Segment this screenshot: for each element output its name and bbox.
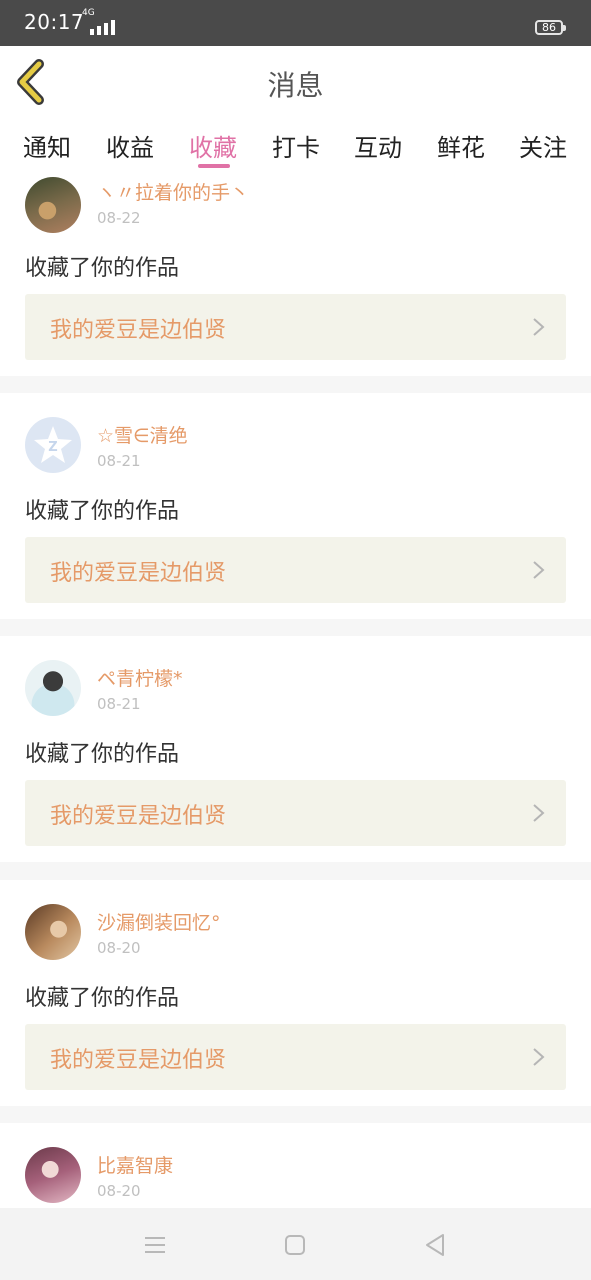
list-item: 比嘉智康 08-20 [0,1123,591,1208]
work-link[interactable]: 我的爱豆是边伯贤 [25,294,566,360]
tab-favorites[interactable]: 收藏 [178,128,248,163]
menu-icon [145,1237,165,1253]
chevron-right-icon [533,561,545,579]
username[interactable]: ヽ〃拉着你的手丶 [97,178,249,205]
message-list[interactable]: ヽ〃拉着你的手丶 08-22 收藏了你的作品 我的爱豆是边伯贤 Z ☆雪∈清绝 … [0,172,591,1208]
work-title: 我的爱豆是边伯贤 [50,804,227,829]
message-date: 08-21 [97,695,141,713]
qq-zone-star-icon: Z [34,426,72,463]
status-time: 20:17 [24,10,85,34]
battery-level: 86 [542,21,556,34]
avatar[interactable]: Z [25,417,81,473]
svg-text:Z: Z [48,440,57,455]
home-button[interactable] [280,1230,310,1260]
back-triangle-icon [426,1234,444,1256]
network-type-label: 4G [82,8,95,18]
message-date: 08-21 [97,452,141,470]
battery-tip [563,25,566,31]
tab-following[interactable]: 关注 [508,128,578,163]
action-text: 收藏了你的作品 [25,256,180,281]
chevron-right-icon [533,804,545,822]
tab-interaction[interactable]: 互动 [343,128,413,163]
username[interactable]: 比嘉智康 [97,1151,173,1178]
work-link[interactable]: 我的爱豆是边伯贤 [25,537,566,603]
page-title: 消息 [267,69,324,102]
list-item: ペ青柠檬* 08-21 收藏了你的作品 我的爱豆是边伯贤 [0,636,591,862]
avatar[interactable] [25,904,81,960]
action-text: 收藏了你的作品 [25,986,180,1011]
avatar[interactable] [25,660,81,716]
menu-button[interactable] [140,1230,170,1260]
tab-bar: 通知 收益 收藏 打卡 互动 鲜花 关注 [0,118,591,172]
message-date: 08-20 [97,939,141,957]
list-item: Z ☆雪∈清绝 08-21 收藏了你的作品 我的爱豆是边伯贤 [0,393,591,619]
system-navigation-bar [0,1208,591,1280]
chevron-right-icon [533,1048,545,1066]
username[interactable]: ペ青柠檬* [97,664,183,691]
list-item: ヽ〃拉着你的手丶 08-22 收藏了你的作品 我的爱豆是边伯贤 [0,172,591,376]
work-link[interactable]: 我的爱豆是边伯贤 [25,780,566,846]
status-bar: 20:17 4G 86 [0,0,591,46]
battery-icon: 86 [535,20,563,35]
work-title: 我的爱豆是边伯贤 [50,561,227,586]
active-tab-indicator [198,164,230,168]
action-text: 收藏了你的作品 [25,742,180,767]
app-header: 消息 [0,46,591,119]
tab-earnings[interactable]: 收益 [95,128,165,163]
work-title: 我的爱豆是边伯贤 [50,318,227,343]
signal-icon [90,20,115,35]
tab-flowers[interactable]: 鲜花 [426,128,496,163]
avatar[interactable] [25,1147,81,1203]
chevron-right-icon [533,318,545,336]
back-nav-button[interactable] [420,1230,450,1260]
action-text: 收藏了你的作品 [25,499,180,524]
avatar[interactable] [25,177,81,233]
username[interactable]: ☆雪∈清绝 [97,421,188,448]
tab-notifications[interactable]: 通知 [12,128,82,163]
username[interactable]: 沙漏倒装回忆° [97,908,221,935]
work-link[interactable]: 我的爱豆是边伯贤 [25,1024,566,1090]
message-date: 08-22 [97,209,141,227]
home-square-icon [285,1235,305,1255]
work-title: 我的爱豆是边伯贤 [50,1048,227,1073]
list-item: 沙漏倒装回忆° 08-20 收藏了你的作品 我的爱豆是边伯贤 [0,880,591,1106]
tab-checkin[interactable]: 打卡 [261,128,331,163]
message-date: 08-20 [97,1182,141,1200]
